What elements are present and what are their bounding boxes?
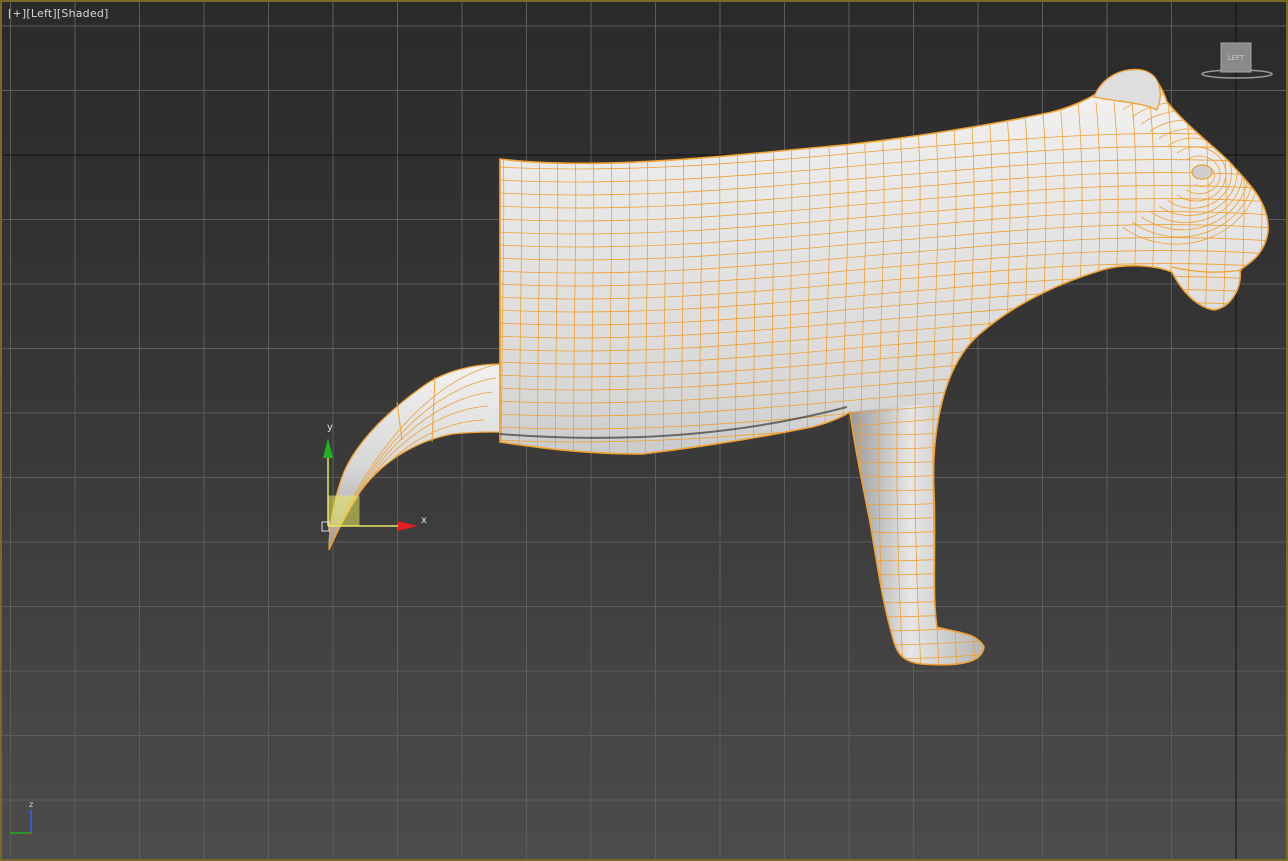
eye-mesh xyxy=(1191,164,1213,180)
viewport-scene: x y z xyxy=(2,2,1286,859)
wire-edge xyxy=(1256,101,1266,665)
gizmo-y-arrow[interactable] xyxy=(323,438,333,458)
gizmo-x-arrow[interactable] xyxy=(398,521,418,531)
axis-tripod: z xyxy=(10,800,33,835)
viewport-left[interactable]: [+][Left][Shaded] x y z LEFT xyxy=(0,0,1288,861)
viewcube-face-label: LEFT xyxy=(1228,54,1245,62)
gizmo-xy-plane[interactable] xyxy=(327,495,360,527)
gizmo-y-label: y xyxy=(327,422,333,433)
gizmo-x-label: x xyxy=(421,515,427,526)
viewcube[interactable]: LEFT xyxy=(1200,42,1274,84)
tripod-z-label: z xyxy=(29,800,33,809)
leopard-mesh[interactable] xyxy=(497,68,1272,702)
